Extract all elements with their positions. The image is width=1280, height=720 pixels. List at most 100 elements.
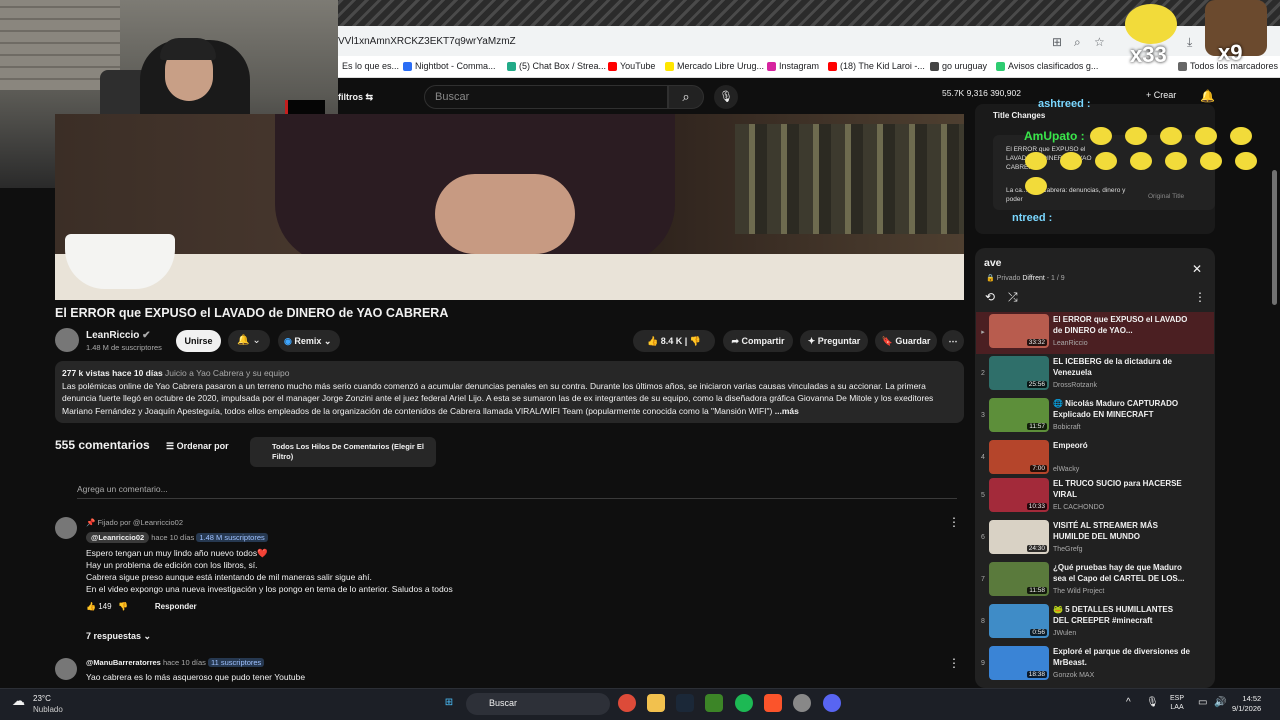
video-description[interactable]: 277 k vistas hace 10 días Juicio a Yao C… xyxy=(55,361,964,423)
avatar[interactable] xyxy=(55,517,77,539)
bookmark-item[interactable]: Mercado Libre Urug... xyxy=(665,61,764,71)
install-app-icon[interactable]: ⊞ xyxy=(1052,35,1062,49)
thumbs-up-icon[interactable]: 👍 xyxy=(86,602,96,611)
weather-temperature[interactable]: 23°C xyxy=(33,694,51,703)
chat-emote xyxy=(1125,4,1177,44)
channel-name[interactable]: LeanRiccio ✔ xyxy=(86,330,151,341)
comment-author[interactable]: @Leanriccio02 xyxy=(86,532,150,543)
file-explorer-icon[interactable] xyxy=(647,694,665,712)
more-icon[interactable]: ⋮ xyxy=(1194,290,1206,304)
comment-header: @Leanriccio02 hace 10 días 1.48 M suscri… xyxy=(86,532,268,543)
taskbar-search[interactable]: Buscar xyxy=(466,693,610,715)
pin-icon: 📌 xyxy=(86,518,96,527)
description-tag[interactable]: Juicio a Yao Cabrera y su equipo xyxy=(165,368,289,378)
playlist-item[interactable]: 7 11:58 ¿Qué pruebas hay de que Maduro s… xyxy=(976,560,1214,602)
brave-icon[interactable] xyxy=(764,694,782,712)
network-icon[interactable]: ▭ xyxy=(1198,697,1207,708)
like-dislike-button[interactable]: 👍 8.4 K | 👎 xyxy=(633,330,715,352)
playlist-item[interactable]: 2 25:56 EL ICEBERG de la dictadura de Ve… xyxy=(976,354,1214,396)
mic-icon[interactable]: 🎙 xyxy=(1146,697,1159,708)
spotify-icon[interactable] xyxy=(735,694,753,712)
bookmark-item[interactable]: Avisos clasificados g... xyxy=(996,61,1098,71)
windows-start-icon[interactable]: ⊞ xyxy=(440,694,458,712)
comment-actions: 👍 149 👎 Responder xyxy=(86,602,197,611)
discord-icon[interactable] xyxy=(823,694,841,712)
original-title-label: Original Title xyxy=(1148,193,1185,200)
playlist-item[interactable]: 4 7:00 Empeoró elWacky xyxy=(976,438,1214,480)
tray-overflow-icon[interactable]: ^ xyxy=(1126,697,1131,708)
url-text[interactable]: VVl1xnAmnXRCKZ3EKT7q9wrYaMzmZ xyxy=(338,36,516,47)
playlist-item[interactable]: ▸ 33:32 El ERROR que EXPUSO el LAVADO de… xyxy=(976,312,1214,354)
add-comment-input[interactable]: Agrega un comentario... xyxy=(77,484,168,494)
join-button[interactable]: Unirse xyxy=(176,330,221,352)
old-title-text: El ERROR que EXPUSO el LAVADO de DINERO … xyxy=(1006,146,1092,171)
share-icon: ➦ xyxy=(731,336,739,346)
thumbs-down-icon[interactable]: 👎 xyxy=(118,602,128,611)
page-scrollbar[interactable] xyxy=(1272,170,1277,305)
emote-combo-count: x9 xyxy=(1218,40,1243,65)
sort-icon: ☰ xyxy=(166,441,175,451)
channel-avatar[interactable] xyxy=(55,328,79,352)
volume-icon[interactable]: 🔊 xyxy=(1214,697,1226,708)
share-button[interactable]: ➦ Compartir xyxy=(723,330,793,352)
thumbnail: 7:00 xyxy=(989,440,1049,474)
comment-filter-select[interactable]: Todos Los Hilos De Comentarios (Elegir E… xyxy=(250,437,436,467)
zoom-icon[interactable]: ⌕ xyxy=(1074,35,1081,50)
keyboard-language[interactable]: ESP LAA xyxy=(1170,694,1184,712)
download-icon[interactable]: ⤓ xyxy=(1187,35,1192,50)
playlist-item[interactable]: 3 11:57 🌐 Nicolás Maduro CAPTURADO Expli… xyxy=(976,396,1214,438)
classifieds-icon xyxy=(996,61,1005,71)
pinned-label: 📌 Fijado por @Leanriccio02 xyxy=(86,518,184,527)
ask-button[interactable]: ✦ Preguntar xyxy=(800,330,868,352)
chat-username: ashtreed : xyxy=(1038,98,1091,110)
bookmark-item[interactable]: YouTube xyxy=(608,61,655,71)
search-button[interactable]: ⌕ xyxy=(668,85,704,109)
playlist-item[interactable]: 9 18:38 Exploré el parque de diversiones… xyxy=(976,644,1214,686)
playlist-item[interactable]: 6 24:30 VISITÉ AL STREAMER MÁS HUMILDE D… xyxy=(976,518,1214,560)
remix-button[interactable]: ◉ Remix ⌄ xyxy=(278,330,340,352)
bookmark-item[interactable]: (18) The Kid Laroi -... xyxy=(828,61,925,71)
instagram-icon xyxy=(767,61,776,71)
bookmark-item[interactable]: Es lo que es... xyxy=(342,61,399,71)
show-more-link[interactable]: ...más xyxy=(775,406,799,416)
bookmark-item[interactable]: (5) Chat Box / Strea... xyxy=(507,61,606,71)
voice-search-button[interactable]: 🎙 xyxy=(714,85,738,109)
sparkle-icon: ✦ xyxy=(807,336,816,346)
bookmark-star-icon[interactable]: ☆ xyxy=(1094,35,1105,49)
bookmark-item[interactable]: Nightbot - Comma... xyxy=(403,61,496,71)
close-icon[interactable]: ✕ xyxy=(1192,262,1202,276)
clock[interactable]: 14:52 9/1/2026 xyxy=(1232,694,1261,714)
search-input[interactable]: Buscar xyxy=(424,85,668,109)
create-button[interactable]: + Crear xyxy=(1146,90,1176,100)
filters-button[interactable]: filtros ⇆ xyxy=(338,92,373,103)
weather-cloud-icon[interactable]: ☁ xyxy=(12,693,25,709)
bookmark-item[interactable]: Instagram xyxy=(767,61,819,71)
reply-button[interactable]: Responder xyxy=(155,602,197,611)
avatar[interactable] xyxy=(55,658,77,680)
loop-icon[interactable]: ⟲ xyxy=(985,290,995,304)
chat-emote xyxy=(1060,152,1082,170)
channel-subscribers: 1.48 M de suscriptores xyxy=(86,343,162,352)
steam-icon[interactable] xyxy=(676,694,694,712)
sort-comments-button[interactable]: ☰ Ordenar por xyxy=(166,441,229,452)
more-actions-button[interactable]: ⋯ xyxy=(942,330,964,352)
playlist-item[interactable]: 5 10:33 EL TRUCO SUCIO para HACERSE VIRA… xyxy=(976,476,1214,518)
notifications-button[interactable]: 🔔 xyxy=(1200,89,1215,103)
comment-header: @ManuBarreratorres hace 10 días 11 suscr… xyxy=(86,658,265,667)
view-replies-button[interactable]: 7 respuestas ⌄ xyxy=(86,631,151,642)
playlist-title[interactable]: ave xyxy=(984,257,1002,269)
shuffle-icon[interactable]: ⤮ xyxy=(1008,290,1018,305)
chrome-icon[interactable] xyxy=(618,694,636,712)
comment-author[interactable]: @ManuBarreratorres xyxy=(86,658,161,667)
subscription-bell-button[interactable]: 🔔 ⌄ xyxy=(228,330,270,352)
bookmark-item[interactable]: go uruguay xyxy=(930,61,987,71)
video-player[interactable] xyxy=(55,114,964,300)
minecraft-icon[interactable] xyxy=(705,694,723,712)
save-button[interactable]: 🔖 Guardar xyxy=(875,330,937,352)
playlist-item[interactable]: 8 0:56 🐸 5 DETALLES HUMILLANTES DEL CREE… xyxy=(976,602,1214,644)
comment-menu-icon[interactable]: ⋮ xyxy=(948,515,960,529)
weather-description[interactable]: Nublado xyxy=(33,705,63,714)
thumbnail: 0:56 xyxy=(989,604,1049,638)
comment-menu-icon[interactable]: ⋮ xyxy=(948,656,960,670)
obs-icon[interactable] xyxy=(793,694,811,712)
